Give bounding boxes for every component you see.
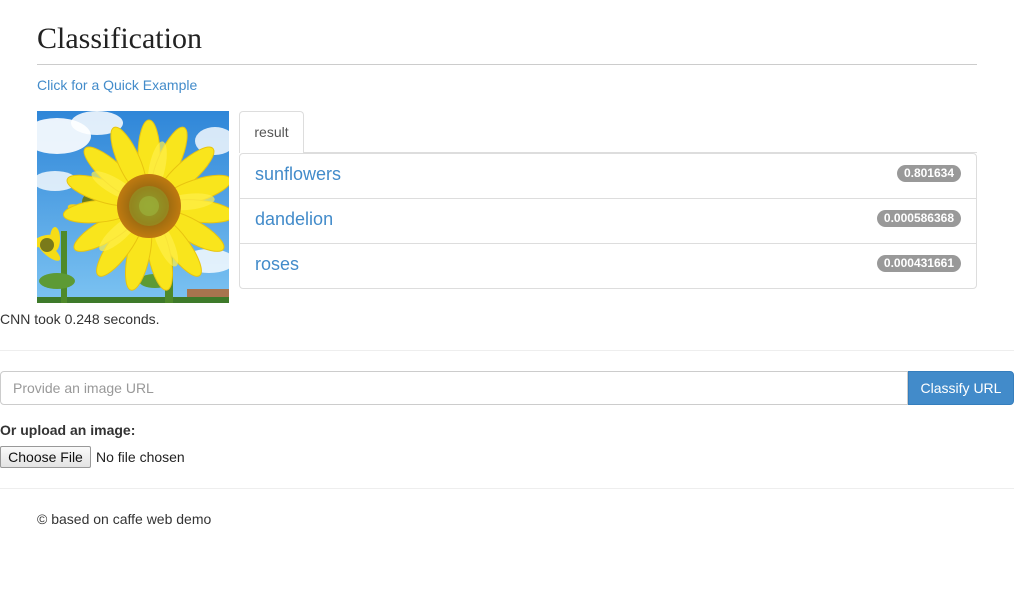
sunflower-image xyxy=(37,111,229,303)
score-badge: 0.801634 xyxy=(896,165,961,182)
result-label[interactable]: roses xyxy=(255,244,299,284)
result-label[interactable]: sunflowers xyxy=(255,154,341,194)
timing-text: CNN took 0.248 seconds. xyxy=(0,311,160,327)
classify-url-button[interactable]: Classify URL xyxy=(908,371,1014,405)
result-list: sunflowers 0.801634 dandelion 0.00058636… xyxy=(239,153,977,289)
list-item: roses 0.000431661 xyxy=(240,244,976,288)
upload-label: Or upload an image: xyxy=(0,422,136,438)
tab-result[interactable]: result xyxy=(239,111,304,153)
quick-example-link[interactable]: Click for a Quick Example xyxy=(37,77,197,93)
choose-file-button[interactable]: Choose File xyxy=(0,446,91,468)
page-title: Classification xyxy=(37,22,202,55)
list-item: dandelion 0.000586368 xyxy=(240,199,976,244)
result-label[interactable]: dandelion xyxy=(255,199,333,239)
file-status-text: No file chosen xyxy=(96,449,185,465)
image-url-input[interactable] xyxy=(0,371,908,405)
score-badge: 0.000431661 xyxy=(876,255,961,272)
section-divider xyxy=(0,350,1014,351)
title-divider xyxy=(37,64,977,65)
score-badge: 0.000586368 xyxy=(876,210,961,227)
footer-text: © based on caffe web demo xyxy=(37,511,212,527)
list-item: sunflowers 0.801634 xyxy=(240,154,976,199)
footer-divider xyxy=(0,488,1014,489)
